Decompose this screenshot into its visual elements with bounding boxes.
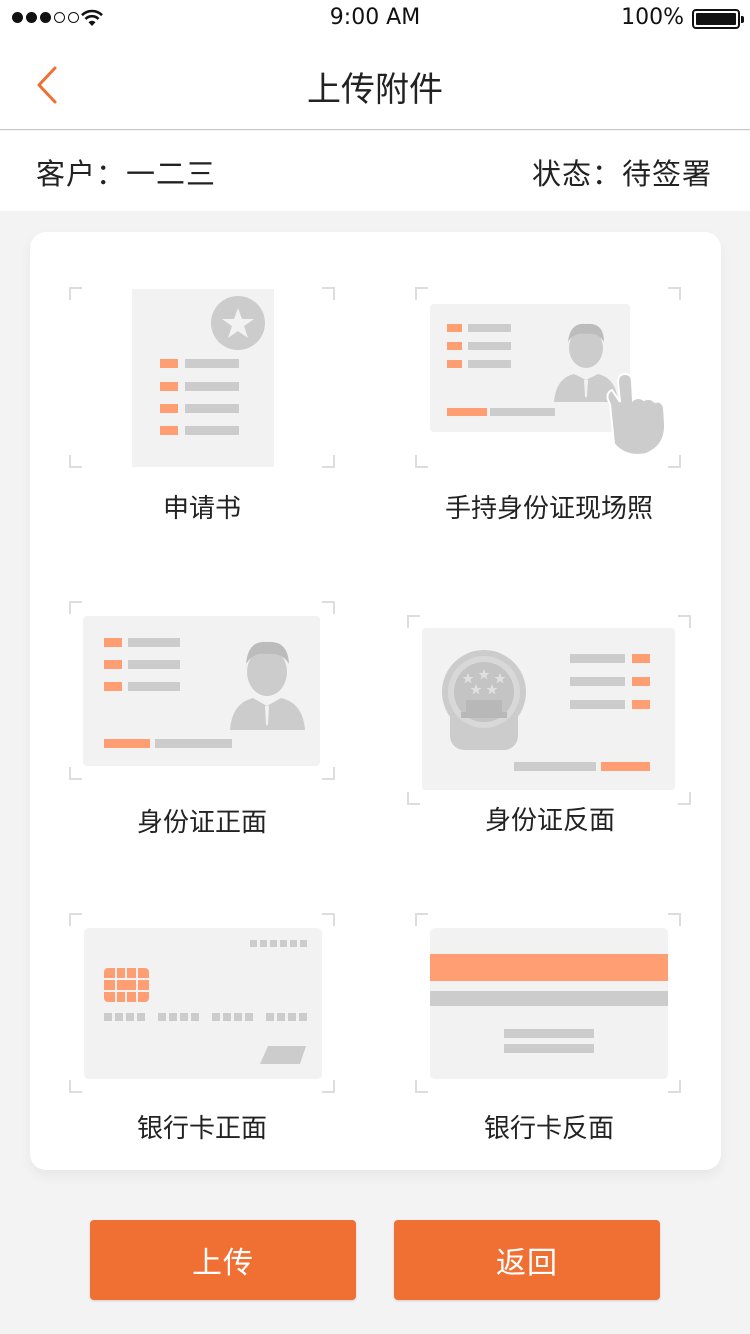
battery-percent: 100%: [621, 5, 684, 30]
return-button[interactable]: 返回: [394, 1220, 660, 1300]
bank-card-back-icon: [415, 913, 681, 1093]
status-label: 状态：: [531, 157, 622, 191]
status-info: 状态：待签署: [532, 151, 712, 193]
id-card-back-icon: [407, 615, 691, 805]
attachment-tile-bank-card-back[interactable]: 银行卡反面: [414, 912, 684, 1150]
attachment-label: 申请书: [162, 494, 241, 524]
customer-info: 客户：一二三: [36, 151, 216, 193]
attachment-label: 身份证正面: [136, 808, 267, 838]
hand-held-id-icon: [415, 287, 681, 468]
attachment-label: 银行卡反面: [483, 1114, 614, 1144]
status-value: 待签署: [621, 157, 712, 191]
attachment-label: 银行卡正面: [136, 1114, 267, 1144]
bank-card-front-icon: [69, 913, 335, 1093]
attachments-card: 申请书 手持身份证现场照 身份证正面 身份证反面 银行卡正面 银行卡反面: [30, 232, 721, 1170]
attachment-tile-id-front[interactable]: 身份证正面: [68, 600, 336, 840]
customer-name: 一二三: [126, 157, 217, 191]
attachment-label: 手持身份证现场照: [444, 494, 653, 524]
attachment-tile-id-back[interactable]: 身份证反面: [406, 614, 694, 838]
nav-bar: 上传附件: [0, 38, 750, 130]
application-form-icon: [69, 287, 335, 468]
status-bar: 9:00 AM 100%: [0, 0, 750, 38]
attachment-tile-hand-held-id[interactable]: 手持身份证现场照: [414, 286, 684, 526]
id-card-front-icon: [69, 601, 335, 780]
attachment-tile-application[interactable]: 申请书: [68, 286, 336, 526]
attachment-tile-bank-card-front[interactable]: 银行卡正面: [68, 912, 336, 1150]
attachment-label: 身份证反面: [484, 806, 615, 836]
upload-button[interactable]: 上传: [90, 1220, 356, 1300]
battery-icon: [692, 9, 744, 29]
customer-label: 客户：: [36, 157, 127, 191]
page-title: 上传附件: [307, 70, 443, 110]
info-row: 客户：一二三 状态：待签署: [0, 131, 750, 211]
